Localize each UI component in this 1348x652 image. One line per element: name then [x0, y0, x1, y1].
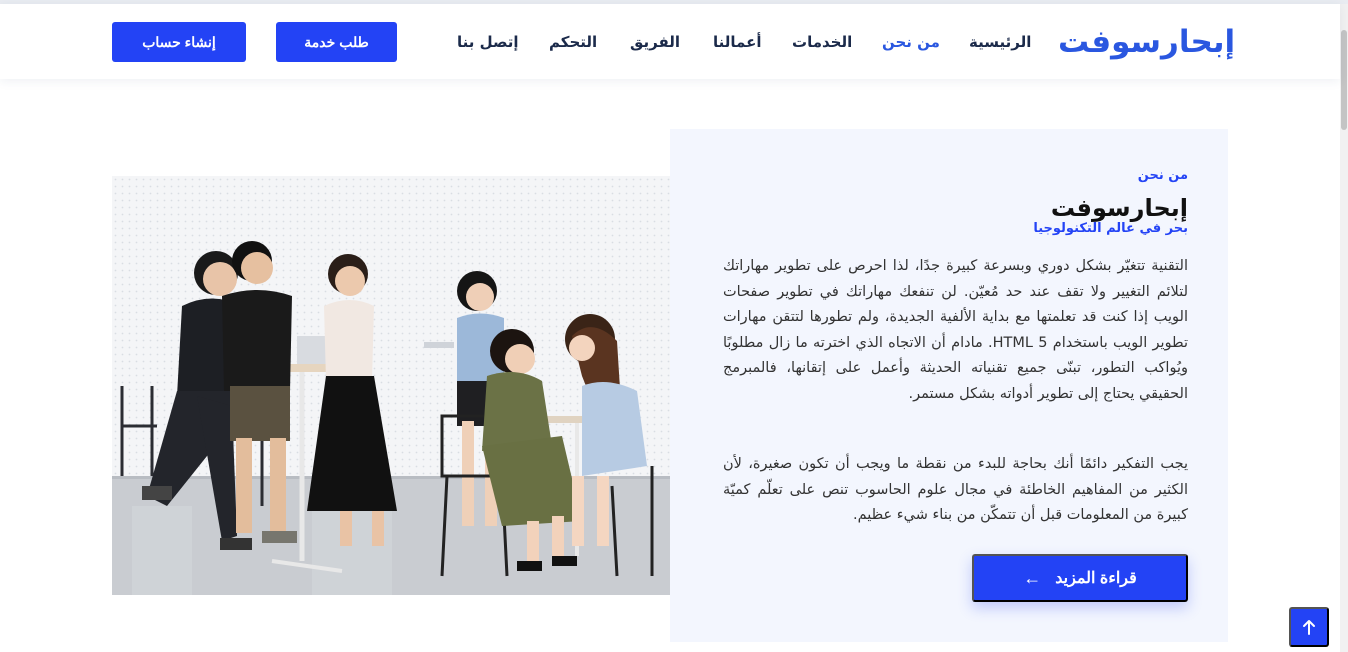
nav-about[interactable]: من نحن: [882, 32, 940, 52]
section-eyebrow: من نحن: [1137, 168, 1188, 183]
about-card: من نحن إبحارسوفت بحر في عالم التكنولوجيا…: [670, 129, 1228, 642]
nav-contact[interactable]: إتصل بنا: [457, 32, 519, 52]
scrollbar-thumb[interactable]: [1341, 30, 1347, 130]
nav-home[interactable]: الرئيسية: [969, 32, 1031, 52]
site-header: إبحارسوفت الرئيسية من نحن الخدمات أعمالن…: [0, 4, 1340, 79]
about-title: إبحارسوفت: [1050, 194, 1188, 222]
nav-services[interactable]: الخدمات: [792, 32, 852, 52]
about-subtitle: بحر في عالم التكنولوجيا: [1033, 221, 1188, 236]
nav-dashboard[interactable]: التحكم: [549, 32, 597, 52]
read-more-label: قراءة المزيد: [1055, 570, 1137, 587]
arrow-up-icon: [1303, 620, 1315, 635]
back-to-top-button[interactable]: [1289, 607, 1329, 647]
request-service-button[interactable]: طلب خدمة: [276, 22, 397, 62]
about-paragraph-1: التقنية تتغيّر بشكل دوري وبسرعة كبيرة جد…: [723, 258, 1188, 402]
nav-portfolio[interactable]: أعمالنا: [713, 32, 761, 52]
site-logo[interactable]: إبحارسوفت: [1058, 22, 1235, 62]
create-account-button[interactable]: إنشاء حساب: [112, 22, 246, 62]
team-photo: [112, 176, 670, 595]
read-more-button[interactable]: قراءة المزيد ←: [972, 554, 1188, 602]
arrow-left-icon: ←: [1023, 568, 1042, 588]
nav-team[interactable]: الفريق: [630, 32, 680, 52]
about-paragraph-2: يجب التفكير دائمًا أنك بحاجة للبدء من نق…: [723, 456, 1188, 523]
